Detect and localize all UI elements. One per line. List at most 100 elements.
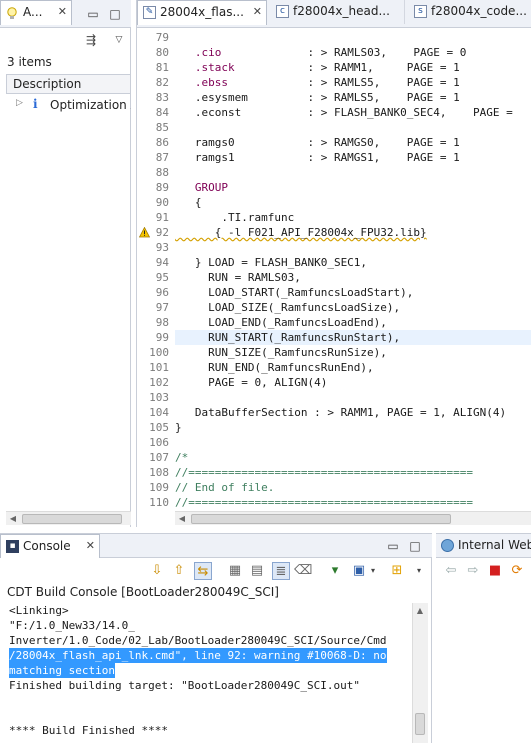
tree-item-label: Optimization A (50, 98, 131, 112)
line-number: 82 (155, 76, 169, 89)
code-line: /* (175, 450, 531, 465)
scroll-left-icon[interactable]: ◀ (7, 513, 19, 525)
code-line: // End of file. (175, 480, 531, 495)
tab-label: f28004x_code... (431, 4, 527, 18)
line-number: 95 (155, 271, 169, 284)
warning-icon[interactable] (139, 227, 150, 238)
code-line: ramgs0 : > RAMGS0, PAGE = 1 (175, 136, 460, 149)
web-tabbar: Internal Web (436, 534, 531, 558)
comment-text: /* (175, 451, 189, 464)
console-title: CDT Build Console [BootLoader280049C_SCI… (7, 585, 279, 599)
code-line: LOAD_END(_RamfuncsLoadEnd), (175, 316, 387, 329)
tab-label: 28004x_flas... (160, 5, 244, 19)
link-with-editor-icon[interactable]: ⇆ (194, 562, 212, 580)
code-line: .econst : > FLASH_BANK0_SEC4, PAGE = (175, 106, 513, 119)
console-vertical-scrollbar[interactable]: ▲ (412, 603, 428, 743)
clear-console-icon[interactable]: ⌫ (294, 562, 312, 580)
pin-console-icon[interactable]: ▾ (326, 562, 344, 580)
problems-view: A... ✕ ▭ □ ⇶ ▽ 3 items Description ▷ i O… (0, 0, 131, 527)
view-menu-icon[interactable]: ▽ (112, 33, 126, 47)
scroll-thumb[interactable] (415, 713, 425, 735)
code-line: //======================================… (175, 495, 531, 510)
expand-arrow-icon[interactable]: ▷ (16, 98, 23, 108)
comment-text: //======================================… (175, 496, 474, 509)
column-header-description[interactable]: Description (6, 74, 131, 94)
close-icon[interactable]: ✕ (253, 5, 262, 18)
stop-icon[interactable]: ■ (486, 562, 504, 580)
code-line: LOAD_SIZE(_RamfuncsLoadSize), (175, 301, 401, 314)
tab-problems[interactable]: A... ✕ (0, 0, 72, 25)
horizontal-scrollbar[interactable]: ◀ (6, 511, 131, 525)
code-line: RUN = RAMLS03, (175, 271, 301, 284)
console-line: **** Build Finished **** (9, 724, 168, 737)
line-number: 80 (155, 46, 169, 59)
line-number: 87 (155, 151, 169, 164)
items-count: 3 items (7, 55, 52, 69)
scroll-thumb[interactable] (22, 514, 122, 524)
previous-error-icon[interactable]: ⇧ (170, 562, 188, 580)
word-wrap-icon[interactable]: ≣ (272, 562, 290, 580)
code-editor: ✎ 28004x_flas... ✕ c f28004x_head... s f… (136, 0, 531, 527)
c-file-icon: c (276, 5, 289, 18)
line-number: 99 (155, 331, 169, 344)
close-icon[interactable]: ✕ (86, 539, 95, 552)
comment-text: // End of file. (175, 481, 275, 494)
tree-item[interactable]: ▷ i Optimization A (6, 96, 131, 116)
close-icon[interactable]: ✕ (58, 5, 67, 18)
code-line: ramgs1 : > RAMGS1, PAGE = 1 (175, 151, 460, 164)
minimize-icon[interactable]: ▭ (86, 7, 100, 21)
maximize-icon[interactable]: □ (408, 539, 422, 553)
refresh-icon[interactable]: ⟳ (508, 562, 526, 580)
forward-icon[interactable]: ⇨ (464, 562, 482, 580)
code-text-area[interactable]: .cio : > RAMLS03, PAGE = 0 .stack : > RA… (175, 30, 531, 512)
paste-icon[interactable]: ▤ (248, 562, 266, 580)
line-number: 102 (149, 376, 169, 389)
line-number: 89 (155, 181, 169, 194)
c-file-icon: s (414, 5, 427, 18)
scroll-left-icon[interactable]: ◀ (176, 513, 188, 525)
section-keyword: .cio (194, 46, 222, 59)
linker-file-icon: ✎ (143, 6, 156, 19)
maximize-icon[interactable]: □ (108, 7, 122, 21)
scroll-up-icon[interactable]: ▲ (414, 605, 426, 617)
console-output[interactable]: <Linking> "F:/1.0_New33/14.0_ Inverter/1.0… (6, 603, 412, 743)
code-line: { (175, 196, 202, 209)
next-error-icon[interactable]: ⇩ (148, 562, 166, 580)
console-toolbar: ⇩ ⇧ ⇆ ▦ ▤ ≣ ⌫ ▾ ▣ ▾ ⊞ ▾ (0, 558, 432, 586)
line-number: 106 (149, 436, 169, 449)
tab-internal-web[interactable]: Internal Web (436, 534, 531, 558)
comment-text: //======================================… (175, 466, 474, 479)
line-number: 90 (155, 196, 169, 209)
view-menu-icon[interactable]: ▾ (410, 562, 428, 580)
back-icon[interactable]: ⇦ (442, 562, 460, 580)
scroll-thumb[interactable] (191, 514, 451, 524)
line-number: 83 (155, 91, 169, 104)
tab-linker-cmd[interactable]: ✎ 28004x_flas... ✕ (137, 0, 267, 25)
lightbulb-icon (7, 7, 17, 19)
code-line: DataBufferSection : > RAMM1, PAGE = 1, A… (175, 406, 507, 419)
line-number: 105 (149, 421, 169, 434)
copy-icon[interactable]: ▦ (226, 562, 244, 580)
code-line: .ebss : > RAMLS5, PAGE = 1 (194, 76, 460, 89)
line-number: 108 (149, 466, 169, 479)
tab-codestart[interactable]: s f28004x_code... (409, 0, 531, 24)
line-number: 98 (155, 316, 169, 329)
group-keyword: GROUP (194, 181, 228, 194)
code-line: RUN_SIZE(_RamfuncsRunSize), (175, 346, 387, 359)
minimize-icon[interactable]: ▭ (386, 539, 400, 553)
console-line: /28004x_flash_api_lnk.cmd", line 92: war… (9, 648, 387, 663)
code-line: } LOAD = FLASH_BANK0_SEC1, (175, 256, 368, 269)
open-console-icon[interactable]: ⊞ (388, 562, 406, 580)
line-number: 81 (155, 61, 169, 74)
tab-headers[interactable]: c f28004x_head... (271, 0, 405, 24)
tab-console[interactable]: ▪ Console ✕ (0, 534, 100, 558)
editor-horizontal-scrollbar[interactable]: ◀ (175, 511, 531, 525)
chevron-down-icon[interactable]: ▾ (364, 562, 382, 580)
code-line: .cio : > RAMLS03, PAGE = 0 (194, 46, 467, 59)
tab-web-label: Internal Web (458, 538, 531, 552)
collapse-all-icon[interactable]: ⇶ (84, 33, 98, 47)
console-line: "F:/1.0_New33/14.0_ (9, 619, 135, 632)
